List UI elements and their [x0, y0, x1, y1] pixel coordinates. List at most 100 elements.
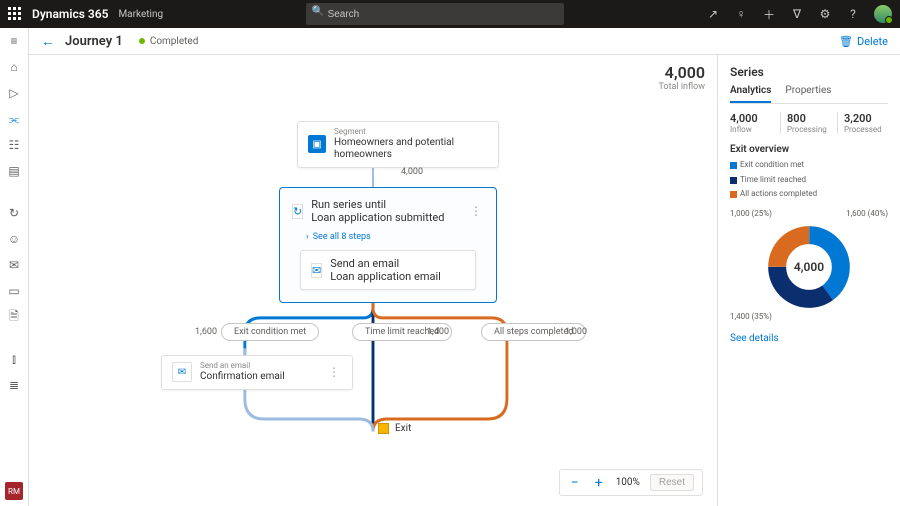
avatar[interactable]	[874, 5, 892, 23]
series-node[interactable]: ↻ Run series until Loan application subm…	[279, 187, 497, 303]
chart-icon[interactable]: ⫾	[7, 352, 21, 366]
file-icon[interactable]: 🗎	[7, 310, 21, 324]
confirmation-name: Confirmation email	[200, 371, 285, 383]
brand-label: Dynamics 365	[32, 7, 108, 21]
stat-processing: 800 Processing	[781, 112, 838, 134]
donut-chart: 4,000 1,000 (25%) 1,600 (40%) 1,400 (35%…	[730, 207, 888, 327]
confirmation-more-icon[interactable]: ⋮	[326, 365, 342, 379]
stat-inflow-value: 4,000	[730, 112, 774, 125]
branch-left-count: 1,600	[195, 327, 217, 337]
legend-swatch-c	[730, 191, 737, 198]
page-header: ← Journey 1 Completed 🗑 Delete	[29, 28, 900, 55]
stat-processing-value: 800	[787, 112, 831, 125]
menu-icon[interactable]: ≡	[7, 34, 21, 48]
stat-processed-value: 3,200	[844, 112, 888, 125]
share-icon[interactable]: ↗	[706, 7, 720, 21]
filter-icon[interactable]: ∇	[790, 7, 804, 21]
chart-legend: Exit condition met Time limit reached Al…	[730, 159, 888, 203]
help-icon[interactable]: ?	[846, 7, 860, 21]
history-icon[interactable]: ↻	[7, 206, 21, 220]
legend-swatch-b	[730, 177, 737, 184]
back-button[interactable]: ←	[41, 33, 55, 50]
confirmation-node[interactable]: ✉ Send an email Confirmation email ⋮	[161, 355, 353, 390]
status-dot-icon	[139, 38, 145, 44]
status-badge: Completed	[139, 36, 199, 47]
journey-canvas[interactable]: ▣ Segment Homeowners and potential homeo…	[29, 55, 717, 506]
stat-processed: 3,200 Processed	[838, 112, 888, 134]
exit-node: Exit	[378, 423, 411, 434]
form-icon[interactable]: ▭	[7, 284, 21, 298]
assets-icon[interactable]: ▤	[7, 164, 21, 178]
see-all-steps-label: See all 8 steps	[313, 232, 371, 242]
pane-title: Series	[730, 65, 888, 79]
exit-icon	[378, 423, 389, 434]
zoom-out-button[interactable]: −	[568, 475, 582, 491]
series-more-icon[interactable]: ⋮	[468, 204, 484, 218]
top-actions: ↗ ♀ ＋ ∇ ⚙ ?	[706, 5, 892, 23]
email-step-icon: ✉	[311, 263, 322, 278]
series-icon: ↻	[292, 204, 303, 219]
overview-title: Exit overview	[730, 144, 888, 155]
series-name: Loan application submitted	[311, 211, 444, 224]
properties-pane: Series Analytics Properties 4,000 Inflow…	[717, 55, 900, 506]
callout-bottom-left: 1,400 (35%)	[730, 312, 772, 321]
tab-properties[interactable]: Properties	[785, 85, 831, 103]
stat-processing-label: Processing	[787, 125, 831, 134]
add-icon[interactable]: ＋	[762, 7, 776, 21]
branch-left-pill[interactable]: Exit condition met	[221, 323, 319, 341]
journeys-icon[interactable]: ⫘	[7, 112, 21, 126]
confirmation-overline: Send an email	[200, 362, 285, 371]
delete-label: Delete	[857, 35, 888, 48]
legend-swatch-a	[730, 162, 737, 169]
run-icon[interactable]: ▷	[7, 86, 21, 100]
series-step-overline: Send an email	[330, 257, 441, 270]
segment-count-label: 4,000	[401, 167, 423, 177]
pane-stats: 4,000 Inflow 800 Processing 3,200 Proces…	[730, 112, 888, 134]
branch-mid-count: 1,400	[427, 327, 449, 337]
page-title: Journey 1	[65, 34, 123, 49]
segment-icon[interactable]: ☷	[7, 138, 21, 152]
series-step-node[interactable]: ✉ Send an email Loan application email	[300, 250, 476, 290]
stat-processed-label: Processed	[844, 125, 888, 134]
journey-canvas-wrap: 4,000 Total inflow	[29, 55, 717, 506]
zoom-value: 100%	[616, 477, 640, 488]
callout-top-right: 1,600 (40%)	[846, 209, 888, 218]
series-step-name: Loan application email	[330, 270, 441, 283]
exit-label: Exit	[395, 423, 411, 434]
left-nav-rail: ≡ ⌂ ▷ ⫘ ☷ ▤ ↻ ☺ ✉ ▭ 🗎 ⫾ ≣ RM	[0, 28, 29, 506]
lightbulb-icon[interactable]: ♀	[734, 7, 748, 21]
segment-node[interactable]: ▣ Segment Homeowners and potential homeo…	[297, 121, 499, 168]
zoom-in-button[interactable]: +	[592, 475, 606, 491]
app-launcher-icon[interactable]	[8, 7, 22, 21]
zoom-reset-button[interactable]: Reset	[650, 474, 694, 491]
stat-inflow: 4,000 Inflow	[730, 112, 781, 134]
zoom-toolbar: − + 100% Reset	[559, 469, 703, 496]
email-icon[interactable]: ✉	[7, 258, 21, 272]
segment-name: Homeowners and potential homeowners	[334, 137, 488, 161]
see-all-steps-link[interactable]: › See all 8 steps	[288, 226, 488, 250]
contacts-icon[interactable]: ☺	[7, 232, 21, 246]
search-input[interactable]	[306, 3, 564, 25]
search-icon: 🔍	[312, 6, 324, 17]
see-details-link[interactable]: See details	[730, 333, 779, 344]
series-overline: Run series until	[311, 198, 444, 211]
branch-right-count: 1,000	[565, 327, 587, 337]
area-label: Marketing	[118, 9, 163, 20]
delete-button[interactable]: 🗑 Delete	[839, 35, 888, 48]
status-label: Completed	[150, 36, 199, 47]
segment-icon: ▣	[308, 135, 326, 153]
confirmation-email-icon: ✉	[172, 362, 192, 382]
pane-tabs: Analytics Properties	[730, 85, 888, 104]
list-icon[interactable]: ≣	[7, 378, 21, 392]
legend-label-c: All actions completed	[740, 188, 817, 201]
callout-top-left: 1,000 (25%)	[730, 209, 772, 218]
legend-label-a: Exit condition met	[740, 159, 804, 172]
search-wrap: 🔍	[306, 3, 564, 25]
gear-icon[interactable]: ⚙	[818, 7, 832, 21]
global-header: Dynamics 365 Marketing 🔍 ↗ ♀ ＋ ∇ ⚙ ?	[0, 0, 900, 28]
tab-analytics[interactable]: Analytics	[730, 85, 771, 103]
stat-inflow-label: Inflow	[730, 125, 774, 134]
persona-badge[interactable]: RM	[5, 482, 23, 500]
home-icon[interactable]: ⌂	[7, 60, 21, 74]
donut-center-value: 4,000	[794, 260, 824, 274]
